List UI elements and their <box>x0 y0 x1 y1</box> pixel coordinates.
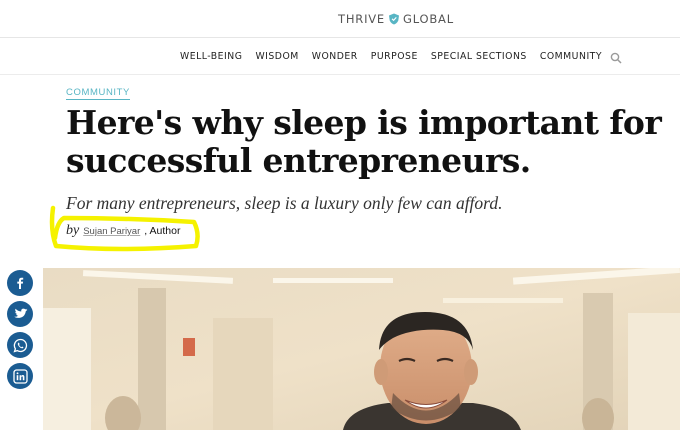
nav-item-special-sections[interactable]: SPECIAL SECTIONS <box>431 51 527 62</box>
author-link[interactable]: Sujan Pariyar <box>83 226 140 237</box>
linkedin-icon <box>12 368 28 384</box>
twitter-share-button[interactable] <box>7 301 33 327</box>
search-icon[interactable] <box>610 52 622 64</box>
logo-right-text: GLOBAL <box>403 12 454 26</box>
headline-line-2: successful entrepreneurs. <box>66 141 531 180</box>
whatsapp-share-button[interactable] <box>7 332 33 358</box>
top-bar: THRIVE GLOBAL <box>0 0 680 38</box>
site-logo[interactable]: THRIVE GLOBAL <box>338 10 454 28</box>
headline-line-1: Here's why sleep is important for <box>66 103 662 142</box>
logo-shield-icon <box>389 13 399 25</box>
nav-item-wisdom[interactable]: WISDOM <box>255 51 298 62</box>
nav-item-community[interactable]: COMMUNITY <box>540 51 602 62</box>
nav-item-well-being[interactable]: WELL-BEING <box>180 51 242 62</box>
category-link[interactable]: COMMUNITY <box>66 87 130 100</box>
facebook-icon <box>17 277 24 289</box>
hero-image <box>43 268 680 430</box>
nav-item-purpose[interactable]: PURPOSE <box>371 51 418 62</box>
twitter-icon <box>13 308 27 318</box>
hero-photo <box>43 268 680 430</box>
logo-left-text: THRIVE <box>338 12 385 26</box>
article-headline: Here's why sleep is important for succes… <box>66 104 676 180</box>
author-role: , Author <box>144 225 181 237</box>
nav-bar: WELL-BEING WISDOM WONDER PURPOSE SPECIAL… <box>0 39 680 75</box>
byline: by Sujan Pariyar , Author <box>66 223 180 239</box>
article-subhead: For many entrepreneurs, sleep is a luxur… <box>66 193 503 213</box>
nav-item-wonder[interactable]: WONDER <box>312 51 358 62</box>
facebook-share-button[interactable] <box>7 270 33 296</box>
byline-by: by <box>66 223 80 238</box>
main-nav: WELL-BEING WISDOM WONDER PURPOSE SPECIAL… <box>180 51 602 62</box>
linkedin-share-button[interactable] <box>7 363 33 389</box>
whatsapp-icon <box>12 338 27 353</box>
